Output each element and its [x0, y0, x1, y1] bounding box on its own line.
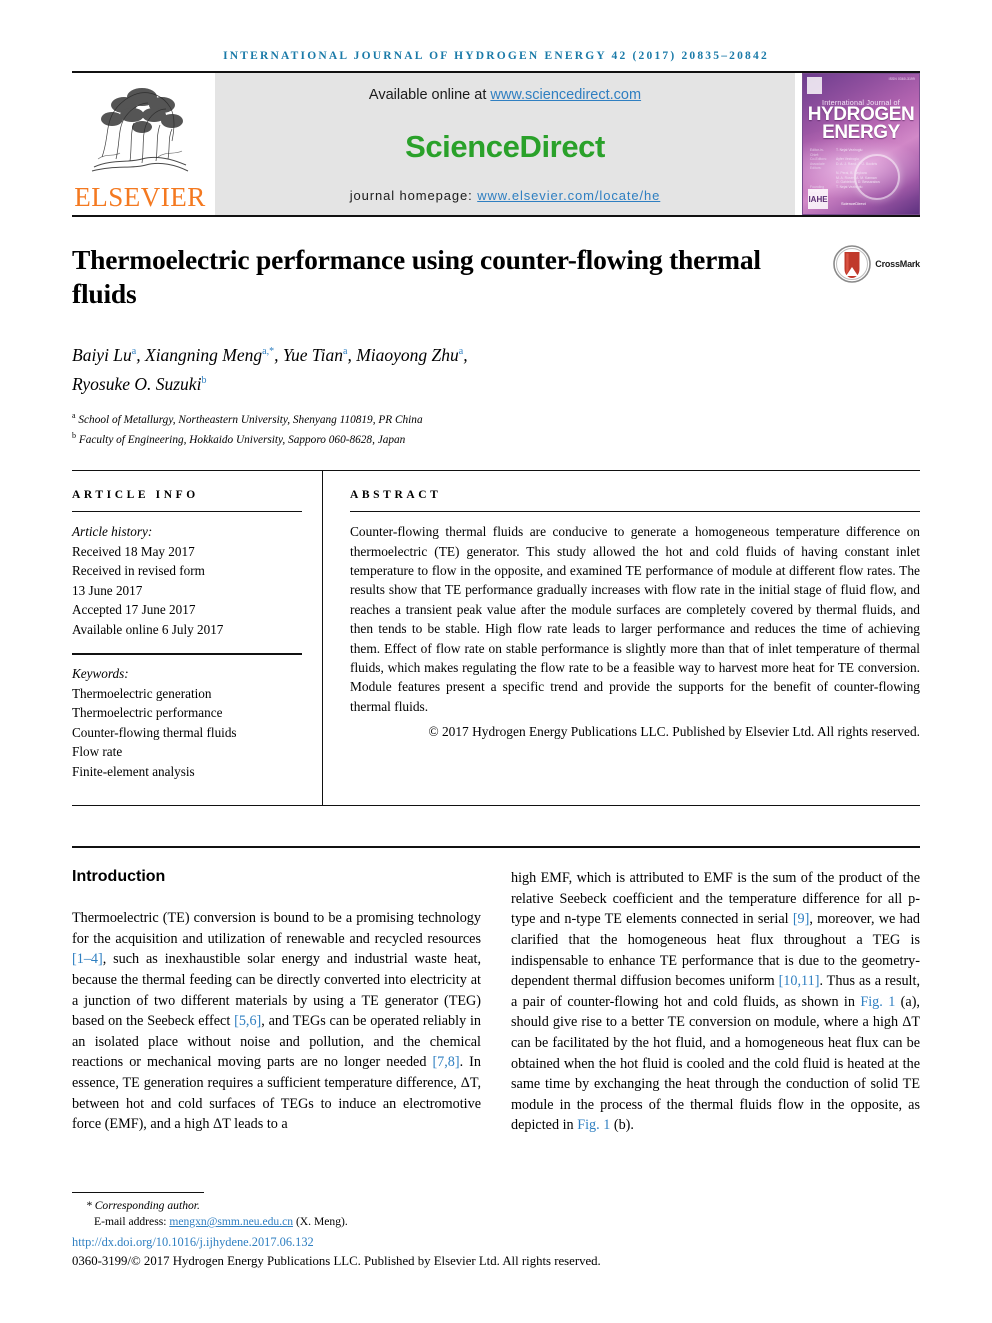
article-history-item: Received in revised form	[72, 563, 205, 579]
article-history-heading: Article history:	[72, 524, 153, 540]
cover-editor-value: T. Nejat Veziroglu	[836, 184, 863, 189]
journal-homepage-line: journal homepage: www.elsevier.com/locat…	[350, 188, 661, 203]
cover-publisher: ScienceDirect	[841, 201, 866, 206]
sciencedirect-banner: Available online at www.sciencedirect.co…	[215, 73, 795, 215]
elsevier-wordmark: ELSEVIER	[74, 182, 206, 212]
article-history-item: Accepted 17 June 2017	[72, 602, 196, 618]
citation-link[interactable]: [5,6]	[234, 1013, 261, 1029]
keyword-item: Flow rate	[72, 744, 123, 760]
author-affil-mark: a	[343, 346, 348, 357]
keyword-item: Thermoelectric generation	[72, 685, 212, 701]
abstract-copyright: © 2017 Hydrogen Energy Publications LLC.…	[428, 724, 920, 740]
abstract-label: Abstract	[350, 489, 442, 502]
issn-copyright-line: 0360-3199/© 2017 Hydrogen Energy Publica…	[72, 1254, 601, 1268]
affiliation-item: a School of Metallurgy, Northeastern Uni…	[72, 408, 920, 428]
citation-link[interactable]: Fig. 1	[860, 994, 895, 1010]
affiliation-text: Faculty of Engineering, Hokkaido Univers…	[78, 433, 406, 446]
cover-editor-row: Editor-in-Chief: T. Nejat Veziroglu	[810, 148, 913, 157]
masthead: ELSEVIER Available online at www.science…	[72, 73, 920, 215]
article-info-column: Article info Article history: Received 1…	[72, 471, 322, 805]
keywords-rule	[72, 653, 302, 656]
body-column-right: high EMF, which is attributed to EMF is …	[511, 848, 920, 1136]
journal-homepage-link[interactable]: www.elsevier.com/locate/he	[477, 188, 660, 203]
abstract-column: Abstract Counter-flowing thermal fluids …	[322, 471, 920, 806]
email-suffix: (X. Meng).	[293, 1215, 348, 1228]
available-online-line: Available online at www.sciencedirect.co…	[369, 87, 641, 103]
keyword-item: Counter-flowing thermal fluids	[72, 724, 237, 740]
email-label: E-mail address:	[94, 1215, 170, 1228]
keyword-item: Finite-element analysis	[72, 763, 195, 779]
elsevier-tree-icon	[91, 88, 189, 172]
journal-cover-thumbnail[interactable]: ISSN 0360-3199 International Journal of …	[802, 73, 920, 215]
corresponding-author-note: * Corresponding author.	[86, 1199, 200, 1212]
section-heading-introduction: Introduction	[72, 868, 166, 886]
author-list: Baiyi Lua, Xiangning Menga,*, Yue Tiana,…	[72, 344, 468, 394]
intro-paragraph-left: Thermoelectric (TE) conversion is bound …	[72, 910, 481, 1133]
author-name: Yue Tian	[282, 344, 343, 365]
affiliation-mark: b	[72, 430, 76, 440]
author-name: Ryosuke O. Suzuki	[72, 373, 202, 394]
keywords-heading: Keywords:	[72, 666, 129, 682]
footnote-block: * Corresponding author. E-mail address: …	[72, 1192, 920, 1271]
affiliation-mark: a	[72, 410, 76, 420]
cover-editor-value: T. Nejat Veziroglu	[836, 148, 863, 152]
running-head: International Journal of Hydrogen Energy…	[223, 50, 769, 62]
doi-line[interactable]: http://dx.doi.org/10.1016/j.ijhydene.201…	[72, 1233, 920, 1252]
body-columns: Introduction Thermoelectric (TE) convers…	[72, 848, 920, 1136]
journal-homepage-label: journal homepage:	[349, 188, 478, 203]
author-name: Miaoyong Zhu	[356, 344, 459, 365]
title-area: Thermoelectric performance using counter…	[72, 243, 920, 311]
page-title: Thermoelectric performance using counter…	[72, 244, 761, 309]
crossmark-badge[interactable]: CrossMark	[833, 245, 920, 283]
cover-editor-list: Editor-in-Chief: T. Nejat Veziroglu Co-Ed…	[810, 148, 913, 194]
author-affil-mark: a	[131, 346, 137, 357]
article-page: International Journal of Hydrogen Energy…	[0, 0, 992, 1323]
doi-link[interactable]: http://dx.doi.org/10.1016/j.ijhydene.201…	[72, 1235, 314, 1249]
cover-editor-key: Associate Editors:	[810, 161, 825, 171]
affiliation-item: b Faculty of Engineering, Hokkaido Unive…	[72, 428, 920, 448]
author-affil-mark: b	[201, 374, 207, 386]
crossmark-icon	[833, 245, 872, 283]
info-abstract-block: Article info Article history: Received 1…	[72, 471, 920, 807]
sciencedirect-url-link[interactable]: www.sciencedirect.com	[490, 87, 641, 103]
body-column-left: Introduction Thermoelectric (TE) convers…	[72, 848, 481, 1136]
abstract-rule	[350, 511, 920, 513]
article-history-item: Received 18 May 2017	[72, 543, 195, 559]
citation-link[interactable]: [1–4]	[72, 951, 103, 967]
author-affil-mark: a	[458, 346, 464, 357]
author-affil-mark: a,*	[262, 346, 275, 357]
cover-elsevier-mark-icon	[807, 77, 822, 94]
masthead-rule	[72, 215, 920, 217]
cover-editor-key: Editor-in-Chief:	[810, 148, 824, 157]
email-link[interactable]: mengxn@smm.neu.edu.cn	[169, 1215, 293, 1228]
affiliation-text: School of Metallurgy, Northeastern Unive…	[78, 413, 423, 426]
footnote-rule	[72, 1192, 204, 1193]
citation-link[interactable]: Fig. 1	[577, 1117, 610, 1133]
citation-link[interactable]: [9]	[793, 911, 810, 927]
author-name: Xiangning Meng	[145, 344, 263, 365]
article-info-label: Article info	[72, 489, 199, 502]
article-history-item: 13 June 2017	[72, 582, 143, 598]
iahe-logo-icon: IAHE	[808, 189, 828, 209]
article-history-item: Available online 6 July 2017	[72, 621, 224, 637]
cover-big-title: HYDROGEN ENERGY	[803, 105, 919, 143]
keyword-item: Thermoelectric performance	[72, 705, 223, 721]
abstract-text: Counter-flowing thermal fluids are condu…	[350, 524, 920, 714]
author-name: Baiyi Lu	[72, 344, 132, 365]
citation-link[interactable]: [7,8]	[432, 1054, 459, 1070]
article-info-rule	[72, 511, 302, 513]
cover-editor-value: D. A. J. Rand, J. O. Bockris	[836, 161, 878, 166]
elsevier-logo: ELSEVIER	[72, 73, 208, 215]
affiliation-list: a School of Metallurgy, Northeastern Uni…	[72, 408, 920, 449]
cover-big-title-line2: ENERGY	[822, 122, 900, 143]
intro-paragraph-right: high EMF, which is attributed to EMF is …	[511, 870, 920, 1134]
cover-issn: ISSN 0360-3199	[888, 77, 915, 81]
cover-editor-row: Associate Editors: D. A. J. Rand, J. O. B…	[810, 162, 913, 171]
citation-link[interactable]: [10,11]	[779, 973, 820, 989]
email-line: E-mail address: mengxn@smm.neu.edu.cn (X…	[72, 1214, 920, 1230]
crossmark-label: CrossMark	[875, 259, 920, 269]
available-online-text: Available online at	[368, 87, 491, 103]
cover-topbar: ISSN 0360-3199	[807, 77, 915, 94]
sciencedirect-logo: ScienceDirect	[405, 128, 605, 164]
